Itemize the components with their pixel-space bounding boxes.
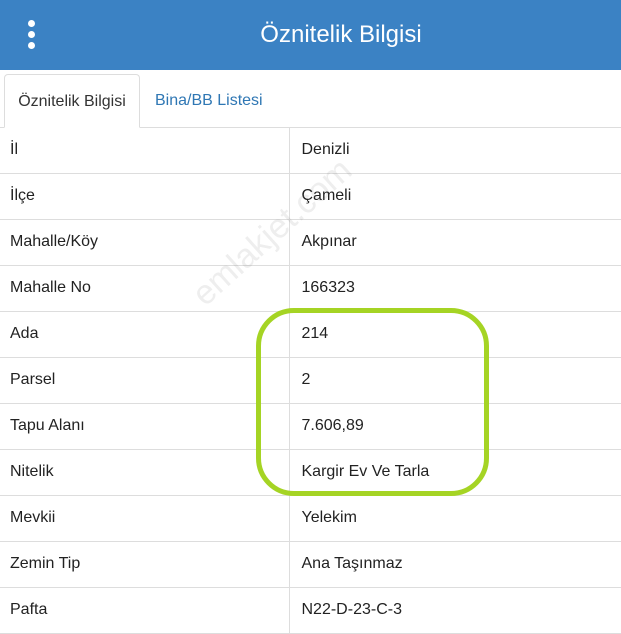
tab-bar: Öznitelik Bilgisi Bina/BB Listesi [0, 70, 621, 128]
row-key: Tapu Alanı [0, 403, 290, 450]
row-value: Denizli [289, 127, 621, 174]
row-key: Parsel [0, 357, 290, 404]
table-row: Ada 214 [0, 311, 621, 358]
table-row: Mahalle No 166323 [0, 265, 621, 312]
page-title: Öznitelik Bilgisi [260, 21, 422, 48]
row-key: Mahalle/Köy [0, 219, 290, 266]
row-value: 7.606,89 [289, 403, 621, 450]
table-row: Mahalle/Köy Akpınar [0, 219, 621, 266]
row-value: Kargir Ev Ve Tarla [289, 449, 621, 496]
row-key: Nitelik [0, 449, 290, 496]
row-key: Zemin Tip [0, 541, 290, 588]
attribute-table: İl Denizli İlçe Çameli Mahalle/Köy Akpın… [0, 127, 621, 634]
row-value: Ana Taşınmaz [289, 541, 621, 588]
app-header: Öznitelik Bilgisi [0, 0, 621, 70]
table-row: İlçe Çameli [0, 173, 621, 220]
table-row: Nitelik Kargir Ev Ve Tarla [0, 449, 621, 496]
row-key: İl [0, 127, 290, 174]
table-row: Tapu Alanı 7.606,89 [0, 403, 621, 450]
table-row: Zemin Tip Ana Taşınmaz [0, 541, 621, 588]
row-value: 166323 [289, 265, 621, 312]
table-row: Parsel 2 [0, 357, 621, 404]
table-row: Mevkii Yelekim [0, 495, 621, 542]
row-key: Mahalle No [0, 265, 290, 312]
row-value: 2 [289, 357, 621, 404]
row-value: Akpınar [289, 219, 621, 266]
tab-bina-bb-listesi[interactable]: Bina/BB Listesi [143, 74, 275, 127]
table-row: İl Denizli [0, 127, 621, 174]
row-value: 214 [289, 311, 621, 358]
row-value: Çameli [289, 173, 621, 220]
row-key: İlçe [0, 173, 290, 220]
row-key: Pafta [0, 587, 290, 634]
tab-oznitelik-bilgisi[interactable]: Öznitelik Bilgisi [4, 74, 140, 128]
table-row: Pafta N22-D-23-C-3 [0, 587, 621, 634]
row-key: Mevkii [0, 495, 290, 542]
row-key: Ada [0, 311, 290, 358]
row-value: Yelekim [289, 495, 621, 542]
row-value: N22-D-23-C-3 [289, 587, 621, 634]
